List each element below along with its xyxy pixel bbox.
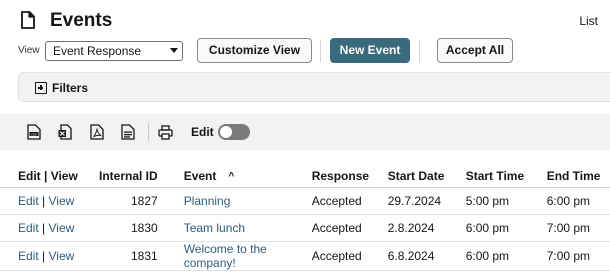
view-select[interactable]: Event Response: [45, 41, 183, 61]
expand-plus-icon[interactable]: [35, 82, 47, 94]
page-header: Events List: [18, 9, 598, 33]
list-link[interactable]: List: [579, 14, 598, 28]
separator-text: |: [42, 248, 46, 263]
edit-link[interactable]: Edit: [18, 249, 39, 263]
table-row: Edit | View 1827 Planning Accepted 29.7.…: [0, 187, 610, 215]
events-table: Edit | View Internal ID Event ^ Response …: [0, 165, 610, 271]
column-header-event-label: Event: [183, 168, 217, 183]
column-header-response[interactable]: Response: [311, 165, 388, 188]
filters-bar[interactable]: Filters: [18, 72, 610, 102]
internal-id-cell: 1830: [99, 214, 184, 242]
table-row: Edit | View 1831 Welcome to the company!…: [0, 241, 610, 271]
export-csv-icon[interactable]: csv: [27, 124, 41, 140]
accept-all-button[interactable]: Accept All: [437, 38, 513, 63]
column-header-start-date[interactable]: Start Date: [387, 165, 466, 188]
toolbar-divider: [320, 40, 321, 62]
end-time-cell: 7:00 pm: [546, 214, 610, 242]
view-select-value: Event Response: [53, 44, 142, 58]
event-cell: Planning: [183, 187, 312, 215]
event-cell: Welcome to the company!: [183, 241, 312, 271]
table-header-row: Edit | View Internal ID Event ^ Response …: [0, 165, 610, 188]
toggle-knob: [220, 126, 232, 138]
start-time-cell: 6:00 pm: [465, 214, 547, 242]
event-link[interactable]: Welcome to the company!: [184, 242, 284, 270]
document-icon: [21, 11, 35, 29]
column-header-start-time[interactable]: Start Time: [465, 165, 547, 188]
separator-text: |: [42, 220, 46, 235]
column-header-edit-view: Edit | View: [0, 165, 99, 188]
response-cell: Accepted: [311, 187, 388, 215]
internal-id-cell: 1827: [99, 187, 184, 215]
start-date-cell: 29.7.2024: [387, 187, 466, 215]
column-header-end-time[interactable]: End Time: [546, 165, 610, 188]
export-pdf-icon[interactable]: [90, 124, 104, 140]
export-doc-icon[interactable]: [121, 124, 135, 140]
page-title: Events: [50, 10, 113, 31]
response-cell: Accepted: [311, 241, 388, 271]
icon-bar-divider: [148, 123, 149, 141]
export-toolbar: csv Edit: [0, 114, 610, 150]
separator-text: |: [42, 193, 46, 208]
print-icon[interactable]: [158, 124, 173, 140]
toolbar: View Event Response Customize View New E…: [18, 38, 598, 64]
start-time-cell: 6:00 pm: [465, 241, 547, 271]
event-link[interactable]: Team lunch: [184, 221, 245, 235]
event-link[interactable]: Planning: [184, 194, 231, 208]
view-link[interactable]: View: [49, 249, 75, 263]
new-event-button[interactable]: New Event: [330, 38, 410, 63]
end-time-cell: 7:00 pm: [546, 241, 610, 271]
internal-id-cell: 1831: [99, 241, 184, 271]
customize-view-button[interactable]: Customize View: [197, 38, 312, 63]
view-label: View: [18, 45, 40, 56]
end-time-cell: 6:00 pm: [546, 187, 610, 215]
filters-label[interactable]: Filters: [52, 81, 88, 95]
column-header-internal-id[interactable]: Internal ID: [99, 165, 184, 188]
edit-view-cell: Edit | View: [0, 241, 99, 271]
svg-text:csv: csv: [31, 132, 37, 136]
export-excel-icon[interactable]: [58, 124, 72, 140]
start-date-cell: 6.8.2024: [387, 241, 466, 271]
edit-mode-label: Edit: [191, 125, 214, 139]
edit-link[interactable]: Edit: [18, 194, 39, 208]
sort-ascending-icon: ^: [228, 170, 235, 182]
column-header-event[interactable]: Event ^: [183, 165, 312, 188]
toolbar-divider: [419, 40, 420, 62]
edit-view-cell: Edit | View: [0, 214, 99, 242]
start-date-cell: 2.8.2024: [387, 214, 466, 242]
response-cell: Accepted: [311, 214, 388, 242]
chevron-down-icon: [170, 48, 178, 53]
edit-link[interactable]: Edit: [18, 221, 39, 235]
table-row: Edit | View 1830 Team lunch Accepted 2.8…: [0, 214, 610, 242]
start-time-cell: 5:00 pm: [465, 187, 547, 215]
view-link[interactable]: View: [49, 194, 75, 208]
edit-view-cell: Edit | View: [0, 187, 99, 215]
event-cell: Team lunch: [183, 214, 312, 242]
edit-mode-toggle[interactable]: [218, 124, 250, 140]
view-link[interactable]: View: [49, 221, 75, 235]
